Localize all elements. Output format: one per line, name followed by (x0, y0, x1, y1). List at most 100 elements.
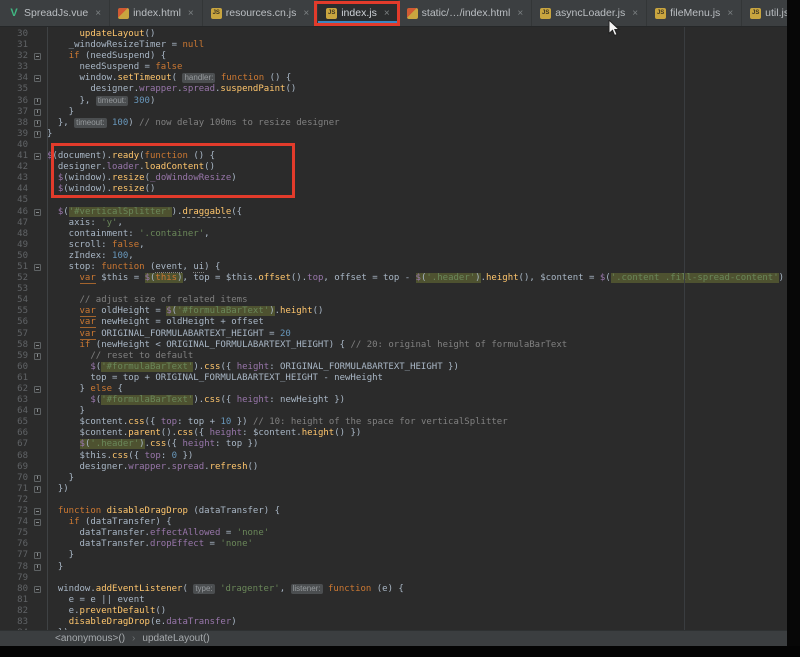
breadcrumb-item-anonymous[interactable]: <anonymous>() (55, 633, 125, 644)
tab-resources-cn-js[interactable]: JSresources.cn.js× (203, 0, 318, 26)
line-number: 45 (0, 195, 28, 206)
code-text: axis: 'y', (47, 218, 800, 229)
code-line: 79 (0, 573, 800, 584)
fold-end-icon[interactable] (34, 564, 41, 571)
code-text: } (47, 129, 800, 140)
fold-collapse-icon[interactable] (34, 586, 41, 593)
code-line: 78 } (0, 562, 800, 573)
tab-filemenu-js[interactable]: JSfileMenu.js× (647, 0, 742, 26)
fold-gutter (28, 262, 47, 273)
fold-gutter (28, 251, 47, 262)
line-number: 46 (0, 207, 28, 218)
fold-end-icon[interactable] (34, 408, 41, 415)
code-text: window.addEventListener( type: 'dragente… (47, 584, 800, 595)
line-number: 39 (0, 129, 28, 140)
fold-gutter (28, 195, 47, 206)
fold-gutter (28, 229, 47, 240)
tab-close-icon[interactable]: × (632, 8, 638, 19)
line-number: 72 (0, 495, 28, 506)
code-line: 82 e.preventDefault() (0, 606, 800, 617)
fold-collapse-icon[interactable] (34, 209, 41, 216)
code-text: // adjust size of related items (47, 295, 800, 306)
code-line: 81 e = e || event (0, 595, 800, 606)
code-line: 67 $('.header').css({ height: top }) (0, 439, 800, 450)
tab-index-js[interactable]: JSindex.js× (318, 0, 398, 26)
code-text: } (47, 550, 800, 561)
tab-label: asyncLoader.js (555, 7, 625, 19)
tab-close-icon[interactable]: × (517, 8, 523, 19)
code-text: e = e || event (47, 595, 800, 606)
fold-gutter (28, 506, 47, 517)
code-line: 63 $('#formulaBarText').css({ height: ne… (0, 395, 800, 406)
code-line: 47 axis: 'y', (0, 218, 800, 229)
line-number: 60 (0, 362, 28, 373)
code-lines: 30 updateLayout()31 _windowResizeTimer =… (0, 29, 800, 630)
line-number: 82 (0, 606, 28, 617)
fold-collapse-icon[interactable] (34, 342, 41, 349)
tab-close-icon[interactable]: × (303, 8, 309, 19)
fold-end-icon[interactable] (34, 552, 41, 559)
fold-gutter (28, 29, 47, 40)
line-number: 54 (0, 295, 28, 306)
code-text: scroll: false, (47, 240, 800, 251)
fold-gutter (28, 73, 47, 84)
fold-gutter (28, 340, 47, 351)
code-text: $('.header').css({ height: top }) (47, 439, 800, 450)
fold-collapse-icon[interactable] (34, 508, 41, 515)
code-text: zIndex: 100, (47, 251, 800, 262)
code-line: 48 containment: '.container', (0, 229, 800, 240)
fold-end-icon[interactable] (34, 131, 41, 138)
fold-end-icon[interactable] (34, 98, 41, 105)
fold-gutter (28, 451, 47, 462)
code-text: $('#formulaBarText').css({ height: newHe… (47, 395, 800, 406)
line-number: 37 (0, 107, 28, 118)
line-number: 44 (0, 184, 28, 195)
fold-collapse-icon[interactable] (34, 153, 41, 160)
annotation-box-code (51, 143, 295, 198)
line-number: 70 (0, 473, 28, 484)
tab-close-icon[interactable]: × (727, 8, 733, 19)
code-line: 74 if (dataTransfer) { (0, 517, 800, 528)
code-line: 50 zIndex: 100, (0, 251, 800, 262)
code-text: disableDragDrop(e.dataTransfer) (47, 617, 800, 628)
code-line: 61 top = top + ORIGINAL_FORMULABARTEXT_H… (0, 373, 800, 384)
fold-end-icon[interactable] (34, 353, 41, 360)
tab-index-html[interactable]: index.html× (110, 0, 203, 26)
line-number: 56 (0, 317, 28, 328)
fold-gutter (28, 384, 47, 395)
tab-close-icon[interactable]: × (95, 8, 101, 19)
tab-spreadjs-vue[interactable]: VSpreadJs.vue× (0, 0, 110, 26)
line-number: 43 (0, 173, 28, 184)
code-text: var oldHeight = $('#formulaBarText').hei… (47, 306, 800, 317)
fold-gutter (28, 162, 47, 173)
fold-end-icon[interactable] (34, 486, 41, 493)
mouse-cursor (608, 20, 621, 38)
line-number: 78 (0, 562, 28, 573)
fold-gutter (28, 406, 47, 417)
code-line: 53 (0, 284, 800, 295)
tab-asyncloader-js[interactable]: JSasyncLoader.js× (532, 0, 647, 26)
code-text: var ORIGINAL_FORMULABARTEXT_HEIGHT = 20 (47, 329, 800, 340)
breadcrumb-item-updatelayout[interactable]: updateLayout() (142, 633, 209, 644)
tab-close-icon[interactable]: × (188, 8, 194, 19)
fold-end-icon[interactable] (34, 120, 41, 127)
code-area[interactable]: 30 updateLayout()31 _windowResizeTimer =… (0, 27, 800, 630)
fold-gutter (28, 539, 47, 550)
fold-end-icon[interactable] (34, 109, 41, 116)
fold-end-icon[interactable] (34, 475, 41, 482)
line-number: 57 (0, 329, 28, 340)
line-number: 53 (0, 284, 28, 295)
tab-static-index-html[interactable]: static/…/index.html× (399, 0, 533, 26)
fold-collapse-icon[interactable] (34, 53, 41, 60)
line-number: 51 (0, 262, 28, 273)
fold-collapse-icon[interactable] (34, 75, 41, 82)
code-text (47, 284, 800, 295)
fold-collapse-icon[interactable] (34, 264, 41, 271)
line-number: 50 (0, 251, 28, 262)
line-number: 76 (0, 539, 28, 550)
screenshot-right-border (787, 0, 800, 657)
fold-collapse-icon[interactable] (34, 519, 41, 526)
line-number: 34 (0, 73, 28, 84)
line-number: 62 (0, 384, 28, 395)
fold-collapse-icon[interactable] (34, 386, 41, 393)
